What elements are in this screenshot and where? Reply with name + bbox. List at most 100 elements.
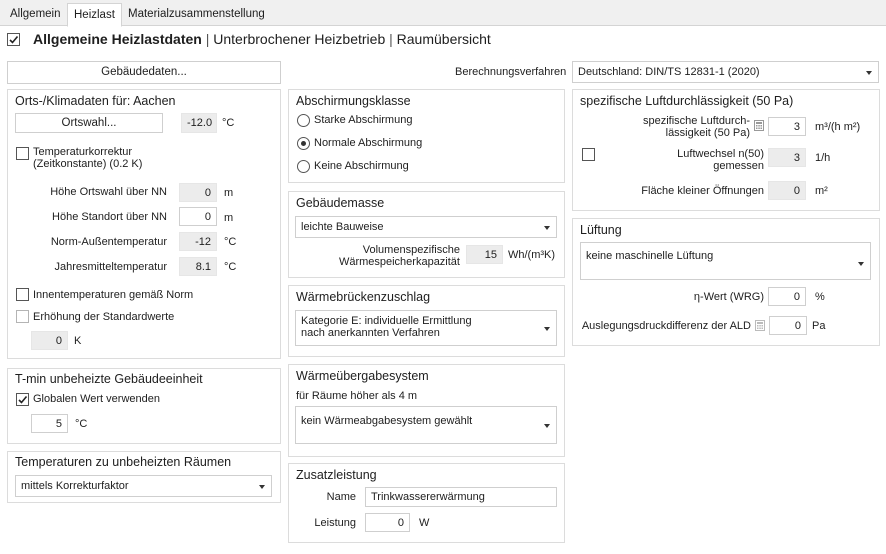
unit-label: m³/(h m²) xyxy=(815,121,861,133)
tab-materialzusammenstellung[interactable]: Materialzusammenstellung xyxy=(122,3,271,27)
lueftung-select[interactable]: keine maschinelle Lüftung xyxy=(580,242,871,280)
temperaturkorrektur-label: Temperaturkorrektur (Zeitkonstante) (0.2… xyxy=(33,146,143,170)
gebaeudedaten-button[interactable]: Gebäudedaten... xyxy=(7,61,281,84)
gebaeudemasse-select[interactable]: leichte Bauweise xyxy=(295,216,557,238)
unbeheizte-raeume-select[interactable]: mittels Korrekturfaktor xyxy=(15,475,272,497)
waermebruecken-select[interactable]: Kategorie E: individuelle Ermittlung nac… xyxy=(295,310,557,346)
unit-label: °C xyxy=(75,418,88,430)
tab-heizlast[interactable]: Heizlast xyxy=(67,3,122,27)
waermespeicher-value: 15 xyxy=(466,245,503,264)
waermeuebergabe-select[interactable]: kein Wärmeabgabesystem gewählt xyxy=(295,406,557,444)
chevron-down-icon xyxy=(544,327,550,331)
unit-label: % xyxy=(815,291,825,303)
lueftung-title: Lüftung xyxy=(580,223,622,237)
check-icon xyxy=(9,35,19,44)
tab-allgemein[interactable]: Allgemein xyxy=(4,3,67,27)
unit-label: m xyxy=(224,212,234,224)
chevron-down-icon xyxy=(544,424,550,428)
flaeche-oeffnungen-value: 0 xyxy=(768,181,806,200)
tmin-title: T-min unbeheizte Gebäudeeinheit xyxy=(15,372,203,386)
header-separator: | xyxy=(205,31,210,47)
chevron-down-icon xyxy=(858,262,864,266)
zusatz-leistung-label: Leistung xyxy=(314,517,356,529)
norm-aussentemperatur-value: -12 xyxy=(179,232,217,251)
starke-abschirmung-label: Starke Abschirmung xyxy=(314,114,413,126)
keine-abschirmung-label: Keine Abschirmung xyxy=(314,160,409,172)
flaeche-oeffnungen-label: Fläche kleiner Öffnungen xyxy=(641,185,764,197)
gebaeudemasse-title: Gebäudemasse xyxy=(296,196,385,210)
globalen-wert-label: Globalen Wert verwenden xyxy=(33,393,160,405)
waermeuebergabe-title: Wärmeübergabesystem xyxy=(296,369,429,383)
radio-keine-abschirmung[interactable] xyxy=(297,160,310,173)
unbeheizte-raeume-value: mittels Korrekturfaktor xyxy=(21,480,129,492)
waermebruecken-value: Kategorie E: individuelle Ermittlung nac… xyxy=(301,315,472,339)
chevron-down-icon xyxy=(866,71,872,75)
luftdurchlaessigkeit-label: spezifische Luftdurch- lässigkeit (50 Pa… xyxy=(643,115,750,139)
luftwechsel-value: 3 xyxy=(768,148,806,167)
unit-label: Pa xyxy=(812,320,826,332)
unit-label: K xyxy=(74,335,82,347)
erhoehung-label: Erhöhung der Standardwerte xyxy=(33,311,175,323)
jahresmitteltemperatur-value: 8.1 xyxy=(179,257,217,276)
luftwechsel-checkbox[interactable] xyxy=(582,148,595,161)
zusatz-name-label: Name xyxy=(326,491,356,503)
waermeuebergabe-subtitle: für Räume höher als 4 m xyxy=(296,390,418,402)
zusatz-leistung-input[interactable]: 0 xyxy=(365,513,410,532)
eta-wert-input[interactable]: 0 xyxy=(768,287,806,306)
radio-normale-abschirmung[interactable] xyxy=(297,137,310,150)
ort-temperatur-value: -12.0 xyxy=(181,113,217,133)
unit-label: Wh/(m³K) xyxy=(508,249,556,261)
norm-aussentemperatur-label: Norm-Außentemperatur xyxy=(50,236,167,248)
hoehe-standort-label: Höhe Standort über NN xyxy=(52,211,167,223)
calculator-icon[interactable] xyxy=(754,120,764,131)
unit-label: °C xyxy=(222,117,235,129)
hoehe-standort-input[interactable]: 0 xyxy=(179,207,217,226)
link-raumuebersicht[interactable]: Raumübersicht xyxy=(397,31,491,47)
zusatz-name-input[interactable]: Trinkwassererwärmung xyxy=(365,487,557,507)
luftwechsel-label: Luftwechsel n(50) gemessen xyxy=(677,148,764,172)
header-separator: | xyxy=(389,31,393,47)
zusatzleistung-title: Zusatzleistung xyxy=(296,468,377,482)
calculator-icon[interactable] xyxy=(755,320,765,331)
normale-abschirmung-label: Normale Abschirmung xyxy=(314,137,423,149)
globalen-wert-checkbox[interactable] xyxy=(16,393,29,406)
unbeheizte-raeume-title: Temperaturen zu unbeheizten Räumen xyxy=(15,455,232,469)
heizlast-enable-checkbox[interactable] xyxy=(7,33,20,46)
radio-starke-abschirmung[interactable] xyxy=(297,114,310,127)
waermeuebergabe-value: kein Wärmeabgabesystem gewählt xyxy=(301,415,473,427)
unit-label: °C xyxy=(224,261,237,273)
orts-title: Orts-/Klimadaten für: Aachen xyxy=(15,94,176,108)
ortswahl-button[interactable]: Ortswahl... xyxy=(15,113,163,133)
tmin-input[interactable]: 5 xyxy=(31,414,68,433)
gebaeudemasse-value: leichte Bauweise xyxy=(301,221,384,233)
hoehe-ortswahl-label: Höhe Ortswahl über NN xyxy=(50,186,167,198)
unit-label: m xyxy=(224,187,234,199)
page-title: Allgemeine Heizlastdaten xyxy=(33,31,202,47)
waermebruecken-title: Wärmebrückenzuschlag xyxy=(296,290,431,304)
check-icon xyxy=(18,395,28,404)
unit-label: 1/h xyxy=(815,152,831,164)
ald-label: Auslegungsdruckdifferenz der ALD xyxy=(581,320,751,332)
unit-label: °C xyxy=(224,236,237,248)
jahresmitteltemperatur-label: Jahresmitteltemperatur xyxy=(54,261,168,273)
chevron-down-icon xyxy=(544,226,550,230)
berechnungsverfahren-label: Berechnungsverfahren xyxy=(455,66,567,78)
luftdurchlaessigkeit-title: spezifische Luftdurchlässigkeit (50 Pa) xyxy=(580,94,794,108)
hoehe-ortswahl-value: 0 xyxy=(179,183,217,202)
waermespeicher-label: Volumenspezifische Wärmespeicherkapazitä… xyxy=(338,244,460,268)
luftdurchlaessigkeit-input[interactable]: 3 xyxy=(768,117,806,136)
innentemperaturen-checkbox[interactable] xyxy=(16,288,29,301)
ald-input[interactable]: 0 xyxy=(769,316,807,335)
berechnungsverfahren-select[interactable]: Deutschland: DIN/TS 12831-1 (2020) xyxy=(572,61,879,83)
tab-bar: Allgemein Heizlast Materialzusammenstell… xyxy=(0,0,886,27)
temperaturkorrektur-checkbox[interactable] xyxy=(16,147,29,160)
lueftung-value: keine maschinelle Lüftung xyxy=(586,250,714,262)
chevron-down-icon xyxy=(259,485,265,489)
erhoehung-checkbox[interactable] xyxy=(16,310,29,323)
abschirmung-title: Abschirmungsklasse xyxy=(296,94,411,108)
unit-label: W xyxy=(419,517,430,529)
innentemperaturen-label: Innentemperaturen gemäß Norm xyxy=(33,289,194,301)
link-unterbrochener-heizbetrieb[interactable]: Unterbrochener Heizbetrieb xyxy=(213,31,385,47)
eta-wert-label: η-Wert (WRG) xyxy=(693,291,764,303)
unit-label: m² xyxy=(815,185,828,197)
